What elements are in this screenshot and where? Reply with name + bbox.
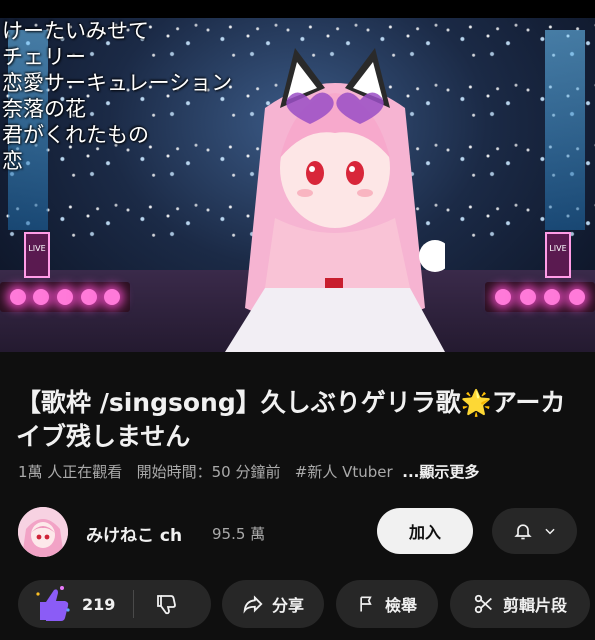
report-label: 檢舉: [384, 596, 417, 615]
channel-avatar[interactable]: [18, 507, 68, 557]
avatar-image: [18, 507, 68, 557]
start-time: 開始時間：50 分鐘前: [136, 463, 281, 481]
video-player[interactable]: LIVE LIVE けーたいみせて チェリー 恋愛サーキュレーション 奈落の花 …: [0, 0, 595, 352]
setlist-song: 恋: [2, 149, 23, 173]
like-count: 219: [82, 594, 116, 614]
bell-icon: [513, 521, 533, 541]
like-divider: [133, 590, 135, 618]
stage-lights-right: [485, 282, 595, 312]
player-top-strip: [0, 0, 595, 18]
setlist-song: けーたいみせて: [2, 19, 149, 43]
action-bar: 219 分享 檢舉 剪輯片段: [0, 580, 595, 630]
like-icon[interactable]: [32, 582, 72, 626]
show-more-link[interactable]: ...顯示更多: [402, 463, 479, 481]
clip-button[interactable]: 剪輯片段: [450, 580, 590, 628]
video-meta[interactable]: 1萬 人正在觀看 開始時間：50 分鐘前 #新人 Vtuber ...顯示更多: [18, 461, 578, 482]
join-button[interactable]: 加入: [377, 508, 473, 554]
subscriber-count: 95.5 萬: [212, 525, 266, 543]
clip-label: 剪輯片段: [502, 596, 567, 615]
live-sign-right: LIVE: [545, 232, 571, 278]
channel-row: みけねこ ch 95.5 萬 加入: [0, 505, 595, 561]
setlist-song: 恋愛サーキュレーション: [2, 71, 233, 95]
video-title[interactable]: 【歌枠 /singsong】久しぶりゲリラ歌🌟アーカイブ残しません: [16, 386, 576, 454]
share-label: 分享: [271, 596, 304, 615]
setlist-song: 君がくれたもの: [2, 123, 149, 147]
setlist-song: 奈落の花: [2, 97, 86, 121]
hashtag[interactable]: #新人 Vtuber: [295, 463, 393, 481]
flag-icon: [357, 594, 377, 614]
dislike-icon[interactable]: [154, 592, 178, 616]
like-dislike-group: 219: [18, 580, 211, 628]
channel-name[interactable]: みけねこ ch: [86, 521, 182, 546]
viewer-count: 1萬 人正在觀看: [18, 463, 123, 481]
setlist-song: チェリー: [2, 45, 86, 69]
notification-button[interactable]: [492, 508, 577, 554]
setlist-overlay: けーたいみせて チェリー 恋愛サーキュレーション 奈落の花 君がくれたもの 恋: [2, 18, 232, 174]
vtuber-character: [225, 48, 445, 352]
report-button[interactable]: 檢舉: [336, 580, 438, 628]
stage-lights-left: [0, 282, 130, 312]
stage-tower-right: [545, 30, 585, 230]
share-icon: [242, 593, 264, 615]
scissors-icon: [473, 593, 495, 615]
share-button[interactable]: 分享: [222, 580, 324, 628]
live-sign-left: LIVE: [24, 232, 50, 278]
chevron-down-icon: [543, 524, 557, 538]
